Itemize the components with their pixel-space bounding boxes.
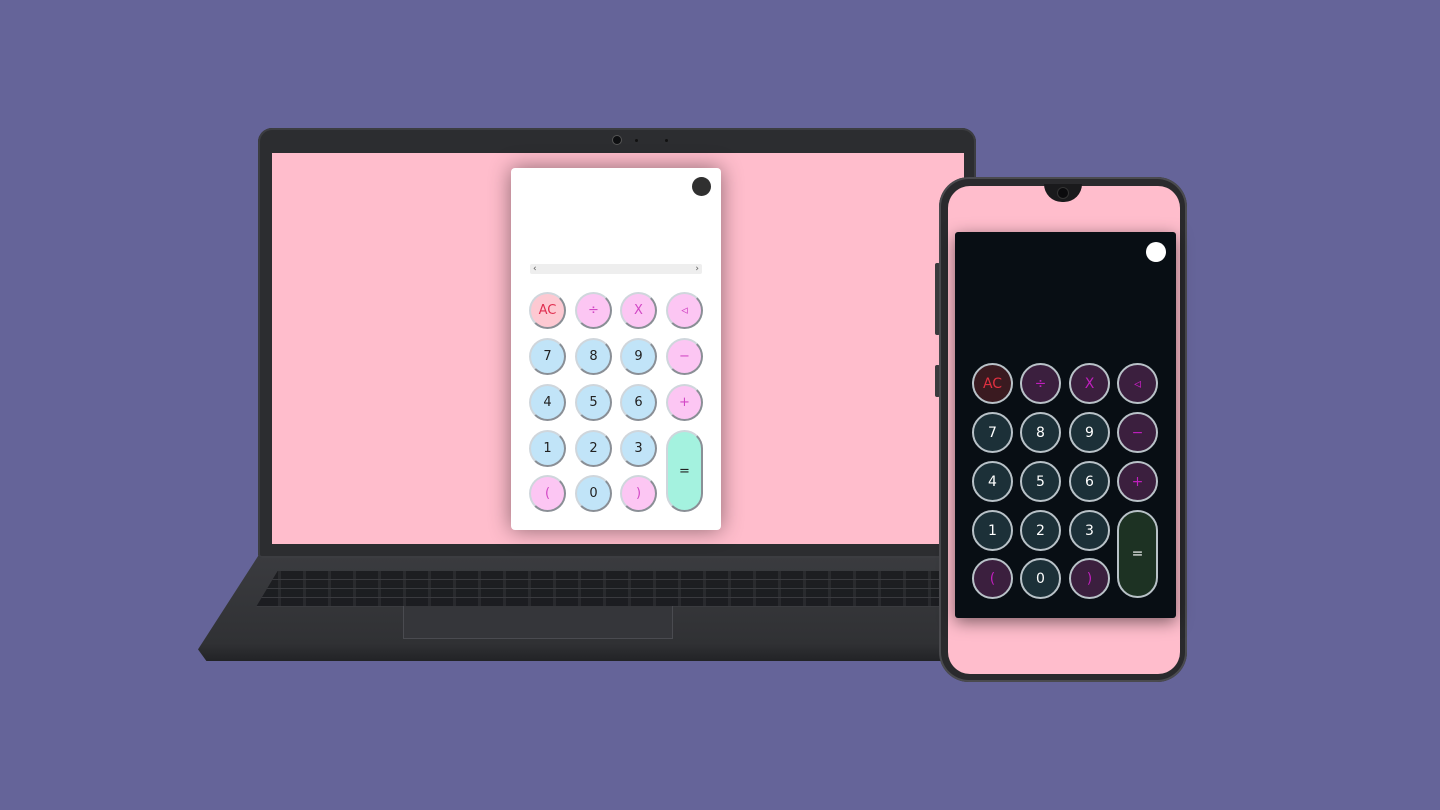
divide-button[interactable]: ÷ [575,292,612,329]
sensor-dot [635,139,638,142]
digit-4-button[interactable]: 4 [972,461,1013,502]
webcam-icon [613,136,621,144]
open-paren-button[interactable]: ( [529,475,566,512]
digit-5-button[interactable]: 5 [575,384,612,421]
backspace-button[interactable]: ◃ [1117,363,1158,404]
close-paren-button[interactable]: ) [620,475,657,512]
multiply-button[interactable]: X [1069,363,1110,404]
plus-button[interactable]: + [1117,461,1158,502]
close-paren-button[interactable]: ) [1069,558,1110,599]
backspace-button[interactable]: ◃ [666,292,703,329]
mobile-calculator: AC ÷ X ◃ 7 8 9 − 4 5 6 + 1 2 3 = ( 0 ) [955,232,1176,618]
front-camera-icon [1058,188,1068,198]
theme-toggle-button[interactable] [692,177,711,196]
scroll-right-icon[interactable]: › [695,264,699,274]
open-paren-button[interactable]: ( [972,558,1013,599]
clear-button[interactable]: AC [972,363,1013,404]
plus-button[interactable]: + [666,384,703,421]
minus-button[interactable]: − [666,338,703,375]
digit-5-button[interactable]: 5 [1020,461,1061,502]
digit-2-button[interactable]: 2 [575,430,612,467]
clear-button[interactable]: AC [529,292,566,329]
digit-9-button[interactable]: 9 [1069,412,1110,453]
digit-2-button[interactable]: 2 [1020,510,1061,551]
digit-8-button[interactable]: 8 [575,338,612,375]
digit-0-button[interactable]: 0 [1020,558,1061,599]
digit-1-button[interactable]: 1 [972,510,1013,551]
laptop-touchpad [403,606,673,639]
digit-6-button[interactable]: 6 [620,384,657,421]
digit-6-button[interactable]: 6 [1069,461,1110,502]
digit-9-button[interactable]: 9 [620,338,657,375]
theme-toggle-button[interactable] [1146,242,1166,262]
scroll-left-icon[interactable]: ‹ [533,264,537,274]
digit-1-button[interactable]: 1 [529,430,566,467]
digit-4-button[interactable]: 4 [529,384,566,421]
equals-button[interactable]: = [666,430,703,512]
laptop-keyboard-rows [256,571,976,607]
digit-7-button[interactable]: 7 [972,412,1013,453]
digit-8-button[interactable]: 8 [1020,412,1061,453]
desktop-calculator: ‹ › AC ÷ X ◃ 7 8 9 − 4 5 6 + 1 2 3 = ( 0… [511,168,721,530]
digit-0-button[interactable]: 0 [575,475,612,512]
digit-3-button[interactable]: 3 [620,430,657,467]
divide-button[interactable]: ÷ [1020,363,1061,404]
digit-3-button[interactable]: 3 [1069,510,1110,551]
digit-7-button[interactable]: 7 [529,338,566,375]
multiply-button[interactable]: X [620,292,657,329]
minus-button[interactable]: − [1117,412,1158,453]
display-scrollbar[interactable]: ‹ › [530,264,702,274]
sensor-dot [665,139,668,142]
equals-button[interactable]: = [1117,510,1158,598]
